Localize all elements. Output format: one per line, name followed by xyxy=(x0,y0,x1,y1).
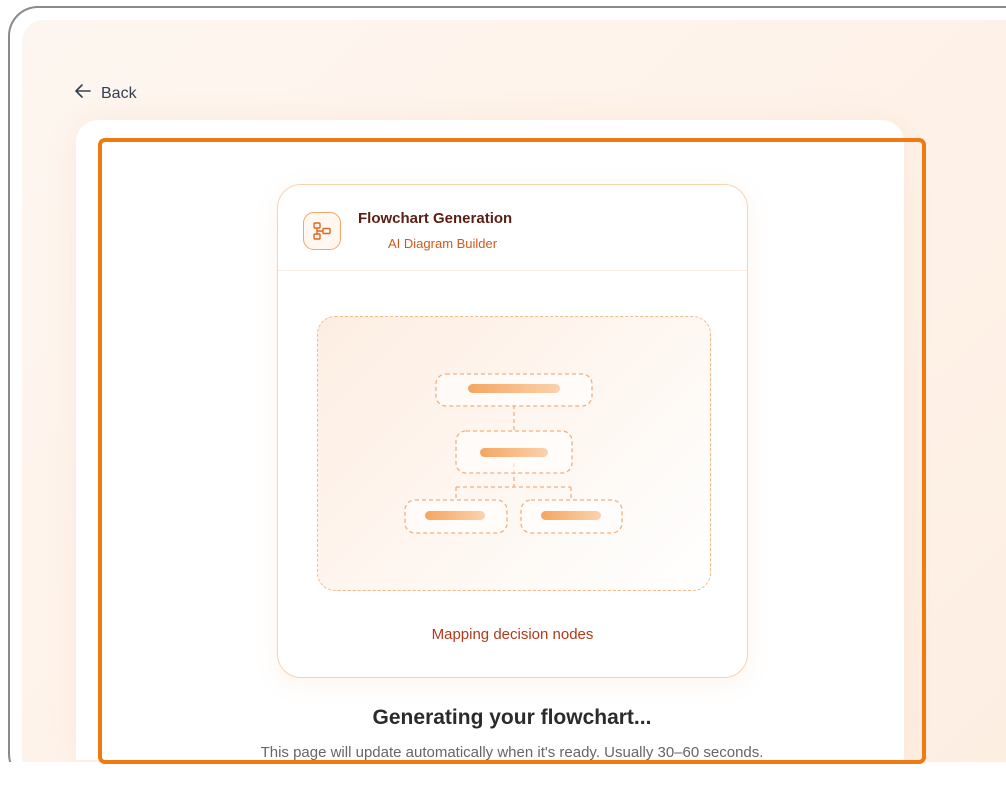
card-header: Flowchart Generation AI Diagram Builder xyxy=(278,185,747,271)
node-bar xyxy=(541,511,601,520)
back-button[interactable]: Back xyxy=(75,84,137,103)
flowchart-icon xyxy=(303,212,341,250)
generation-card: Flowchart Generation AI Diagram Builder xyxy=(277,184,748,678)
node-bar xyxy=(425,511,485,520)
flowchart-illustration xyxy=(404,373,623,534)
status-description: This page will update automatically when… xyxy=(260,744,764,761)
status-heading: Generating your flowchart... xyxy=(372,706,652,729)
node-bar xyxy=(468,384,560,393)
arrow-left-icon xyxy=(75,84,91,103)
frame-bottom xyxy=(0,762,1006,791)
card-title: Flowchart Generation xyxy=(358,210,513,227)
back-label: Back xyxy=(101,84,137,102)
card-subtitle: AI Diagram Builder xyxy=(388,236,498,251)
node-bar xyxy=(480,448,548,457)
progress-caption: Mapping decision nodes xyxy=(431,626,594,643)
diagram-preview xyxy=(317,316,711,591)
